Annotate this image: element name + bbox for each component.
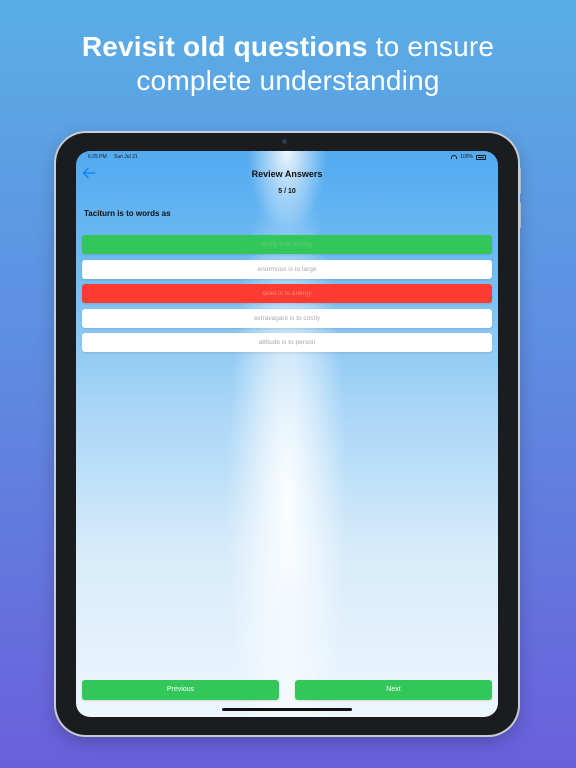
answer-option[interactable]: extravagant is to costly <box>82 308 492 328</box>
headline-rest: to ensure <box>367 31 495 62</box>
answer-option[interactable]: enormous is to large <box>82 259 492 279</box>
headline-line-1: Revisit old questions to ensure <box>0 30 576 64</box>
headline-bold: Revisit old questions <box>81 31 368 62</box>
bottom-buttons: Previous Next <box>82 680 492 700</box>
home-indicator[interactable] <box>222 708 352 711</box>
status-date: Sun Jul 21 <box>114 154 138 160</box>
question-progress: 5 / 10 <box>278 188 296 195</box>
tablet-device: 6:25 PM Sun Jul 21 100% Review Answers 5… <box>56 133 518 735</box>
battery-icon <box>476 154 486 160</box>
status-time: 6:25 PM <box>88 154 107 160</box>
status-bar: 6:25 PM Sun Jul 21 100% <box>88 154 486 164</box>
answer-option[interactable]: attitude is to person <box>82 333 492 352</box>
headline-line-2: complete understanding <box>136 65 440 96</box>
answer-option-correct[interactable]: thrifty is to money <box>82 235 492 254</box>
camera-icon <box>282 139 287 144</box>
app-screen: 6:25 PM Sun Jul 21 100% Review Answers 5… <box>76 151 498 717</box>
headline: Revisit old questions to ensure complete… <box>0 30 576 98</box>
device-volume-down <box>518 202 521 228</box>
page-title: Review Answers <box>251 169 323 179</box>
next-button[interactable]: Next <box>295 680 492 700</box>
battery-percent: 100% <box>460 154 473 160</box>
device-volume-up <box>518 168 521 194</box>
answer-option-wrong[interactable]: quiet is to energy <box>82 284 492 303</box>
previous-button[interactable]: Previous <box>82 680 279 700</box>
wifi-icon <box>451 155 458 159</box>
question-text: Taciturn is to words as <box>84 209 171 218</box>
answer-list: thrifty is to money enormous is to large… <box>82 235 492 358</box>
nav-bar: Review Answers <box>76 165 498 185</box>
status-right: 100% <box>451 154 486 160</box>
status-left: 6:25 PM Sun Jul 21 <box>88 154 144 160</box>
